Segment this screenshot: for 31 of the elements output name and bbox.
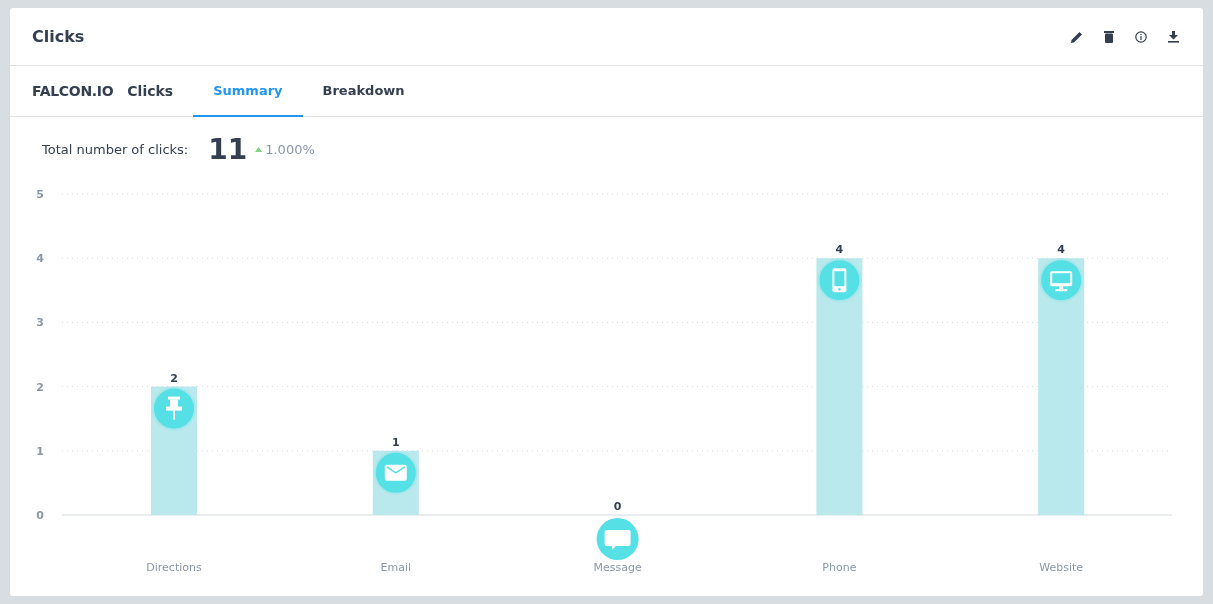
value-label: 2 [170,371,178,385]
section-title: Clicks [127,82,175,101]
x-axis-label: Message [593,561,642,574]
value-label: 1 [391,435,400,449]
change-percent: 1.000% [265,141,315,157]
x-axis-label: Website [1039,561,1084,574]
speech-bubble-icon [604,530,631,550]
value-label: 4 [835,243,844,257]
up-triangle-icon [255,146,263,152]
y-axis-label: 2 [36,380,44,394]
x-axis-label: Phone [822,561,857,574]
x-axis-label: Email [380,561,412,574]
y-axis-label: 4 [36,252,44,266]
brand-name: FALCON.IO [32,82,115,101]
tab[interactable]: Breakdown [302,66,425,117]
value-label: 4 [1057,243,1066,257]
card-title: Clicks [32,27,85,46]
value-label: 0 [613,500,622,513]
y-axis-label: 3 [36,316,44,330]
info-icon[interactable] [1133,28,1149,45]
trash-icon[interactable] [1101,28,1117,45]
summary-label: Total number of clicks: [42,141,189,157]
y-axis-label: 5 [36,188,44,201]
smartphone-icon [832,268,847,293]
monitor-icon [1050,271,1073,292]
y-axis-label: 1 [36,444,44,458]
pushpin-icon [166,396,182,420]
download-icon[interactable] [1165,28,1181,45]
x-axis-label: Directions [146,561,202,574]
total-count: 11 [208,132,248,166]
y-axis-label: 0 [36,509,44,522]
